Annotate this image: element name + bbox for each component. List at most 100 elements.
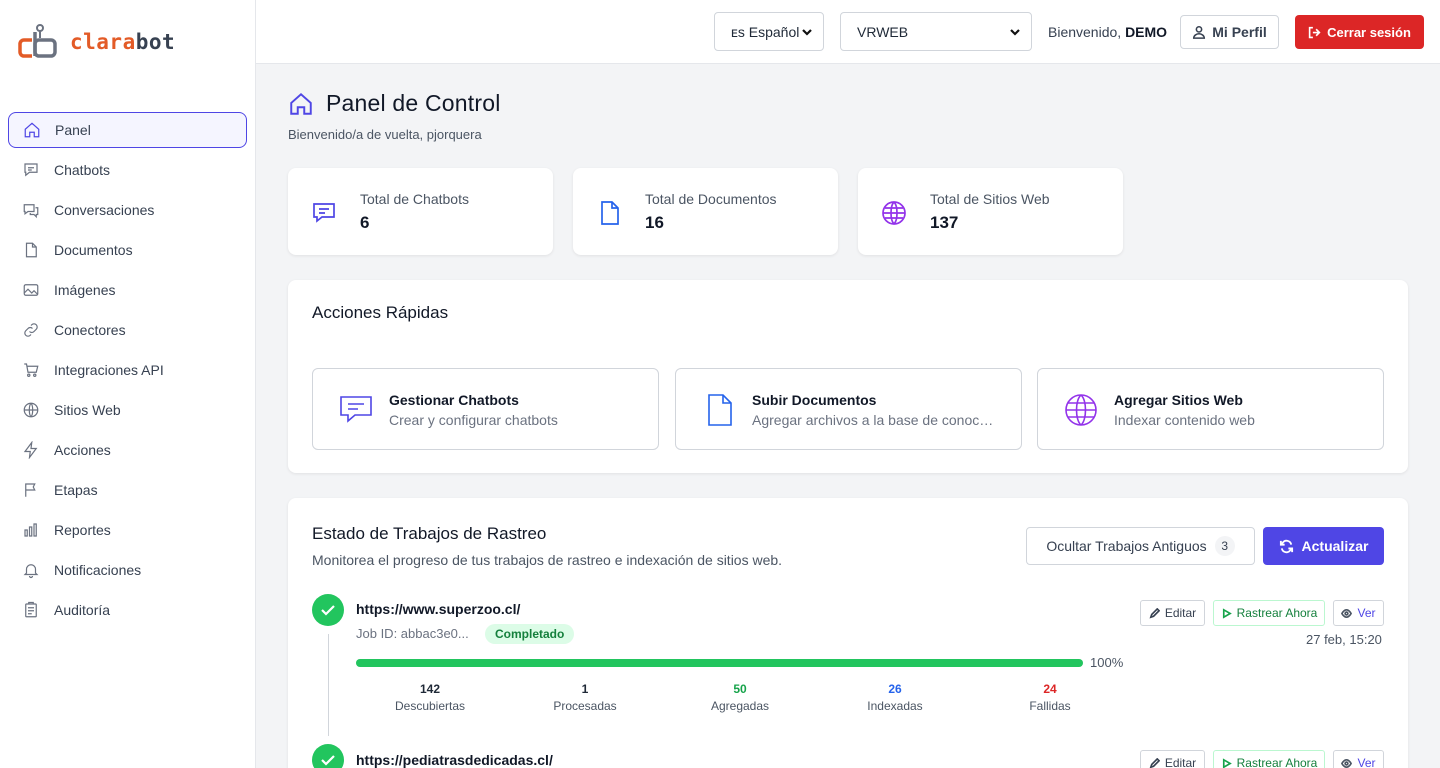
metric-value: 50	[733, 682, 747, 696]
status-badge: Completado	[485, 624, 575, 644]
chat-icon	[313, 203, 335, 223]
quick-action-subir-documentos[interactable]: Subir Documentos Agregar archivos a la b…	[675, 368, 1022, 450]
view-button[interactable]: Ver	[1333, 600, 1384, 626]
link-icon	[24, 323, 38, 337]
sidebar-item-chatbots[interactable]: Chatbots	[8, 152, 247, 188]
document-icon	[708, 394, 732, 426]
hide-old-jobs-count: 3	[1214, 536, 1235, 556]
image-icon	[23, 284, 39, 296]
sidebar-item-label: Notificaciones	[54, 562, 142, 578]
sidebar-item-documentos[interactable]: Documentos	[8, 232, 247, 268]
sidebar-item-conectores[interactable]: Conectores	[8, 312, 247, 348]
job-status-check-icon	[312, 744, 344, 768]
metric-descubiertas: 142 Descubiertas	[355, 682, 505, 713]
metric-label: Fallidas	[1029, 699, 1071, 713]
sidebar-item-label: Panel	[55, 122, 91, 138]
bar-chart-icon	[24, 523, 37, 537]
job-id: Job ID: abbac3e0...	[356, 626, 469, 641]
play-icon	[1222, 757, 1232, 768]
logout-icon	[1308, 26, 1321, 38]
welcome-text: Bienvenido, DEMO	[1048, 24, 1167, 40]
quick-action-gestionar-chatbots[interactable]: Gestionar Chatbots Crear y configurar ch…	[312, 368, 659, 450]
metric-value: 26	[888, 682, 902, 696]
job-url[interactable]: https://www.superzoo.cl/	[356, 601, 520, 617]
brand-logo[interactable]: clarabot	[18, 22, 175, 62]
clipboard-icon	[25, 601, 37, 618]
edit-button-label: Editar	[1164, 756, 1197, 768]
sidebar: clarabot Panel Chatbots Conversaciones D…	[0, 0, 256, 768]
stat-label: Total de Sitios Web	[930, 191, 1050, 207]
sidebar-item-label: Documentos	[54, 242, 133, 258]
crawl-jobs-card: Estado de Trabajos de Rastreo Monitorea …	[288, 498, 1408, 768]
stat-value: 16	[645, 213, 664, 232]
view-button[interactable]: Ver	[1333, 750, 1384, 768]
edit-button[interactable]: Editar	[1140, 750, 1205, 768]
sidebar-item-panel[interactable]: Panel	[8, 112, 247, 148]
chat-icon	[24, 163, 38, 177]
eye-icon	[1341, 608, 1353, 618]
sidebar-item-label: Auditoría	[54, 602, 111, 618]
quick-actions-title: Acciones Rápidas	[312, 303, 449, 322]
metric-agregadas: 50 Agregadas	[665, 682, 815, 713]
metric-label: Procesadas	[553, 699, 617, 713]
user-icon	[1193, 25, 1206, 39]
metric-fallidas: 24 Fallidas	[975, 682, 1125, 713]
metric-value: 1	[581, 682, 589, 696]
sidebar-nav: Panel Chatbots Conversaciones Documentos…	[8, 112, 247, 632]
sidebar-item-reportes[interactable]: Reportes	[8, 512, 247, 548]
globe-icon	[882, 201, 906, 225]
metric-value: 142	[419, 682, 441, 696]
quick-action-title: Subir Documentos	[752, 392, 877, 408]
pencil-icon	[1149, 757, 1160, 768]
sidebar-item-conversaciones[interactable]: Conversaciones	[8, 192, 247, 228]
chevron-down-icon	[1010, 28, 1020, 36]
metric-indexadas: 26 Indexadas	[820, 682, 970, 713]
quick-action-description: Agregar archivos a la base de conocimien…	[752, 412, 994, 428]
bell-icon	[23, 564, 39, 579]
sidebar-item-acciones[interactable]: Acciones	[8, 432, 247, 468]
job-progress-bar	[356, 659, 1083, 667]
bolt-icon	[23, 441, 38, 459]
check-icon	[321, 755, 335, 766]
page-title: Panel de Control	[288, 90, 501, 117]
sidebar-item-imagenes[interactable]: Imágenes	[8, 272, 247, 308]
pencil-icon	[1149, 607, 1160, 618]
crawl-now-button[interactable]: Rastrear Ahora	[1213, 750, 1325, 768]
sidebar-item-label: Sitios Web	[54, 402, 121, 418]
sidebar-item-label: Acciones	[54, 442, 111, 458]
sidebar-item-label: Etapas	[54, 482, 98, 498]
stat-card-sitios-web: Total de Sitios Web 137	[858, 168, 1123, 255]
sidebar-item-sitios-web[interactable]: Sitios Web	[8, 392, 247, 428]
brand-name: clarabot	[70, 30, 176, 54]
language-select-value: ᴇs Español	[731, 23, 800, 40]
crawl-now-button-label: Rastrear Ahora	[1236, 606, 1318, 620]
job-url[interactable]: https://pediatrasdedicadas.cl/	[356, 752, 553, 768]
profile-button[interactable]: Mi Perfil	[1180, 15, 1279, 49]
profile-button-label: Mi Perfil	[1212, 24, 1267, 40]
refresh-button-label: Actualizar	[1301, 538, 1369, 554]
chevron-down-icon	[802, 28, 812, 36]
sidebar-item-integraciones-api[interactable]: Integraciones API	[8, 352, 247, 388]
logout-button[interactable]: Cerrar sesión	[1295, 15, 1424, 49]
document-icon	[601, 201, 619, 225]
sidebar-item-label: Conversaciones	[54, 202, 155, 218]
language-select[interactable]: ᴇs Español	[714, 12, 824, 51]
job-timeline-line	[328, 634, 329, 736]
edit-button[interactable]: Editar	[1140, 600, 1205, 626]
quick-action-title: Gestionar Chatbots	[389, 392, 519, 408]
crawl-now-button[interactable]: Rastrear Ahora	[1213, 600, 1325, 626]
sidebar-item-auditoria[interactable]: Auditoría	[8, 592, 247, 628]
page-title-text: Panel de Control	[326, 90, 501, 116]
flag-icon	[25, 483, 36, 497]
sidebar-item-etapas[interactable]: Etapas	[8, 472, 247, 508]
view-button-label: Ver	[1357, 756, 1376, 768]
chat-icon	[340, 396, 372, 423]
quick-action-title: Agregar Sitios Web	[1114, 392, 1243, 408]
quick-action-agregar-sitios-web[interactable]: Agregar Sitios Web Indexar contenido web	[1037, 368, 1384, 450]
sidebar-item-label: Reportes	[54, 522, 111, 538]
sidebar-item-notificaciones[interactable]: Notificaciones	[8, 552, 247, 588]
conversations-icon	[23, 204, 39, 219]
refresh-button[interactable]: Actualizar	[1263, 527, 1384, 565]
workspace-select[interactable]: VRWEB	[840, 12, 1032, 51]
hide-old-jobs-button[interactable]: Ocultar Trabajos Antiguos 3	[1026, 527, 1255, 565]
